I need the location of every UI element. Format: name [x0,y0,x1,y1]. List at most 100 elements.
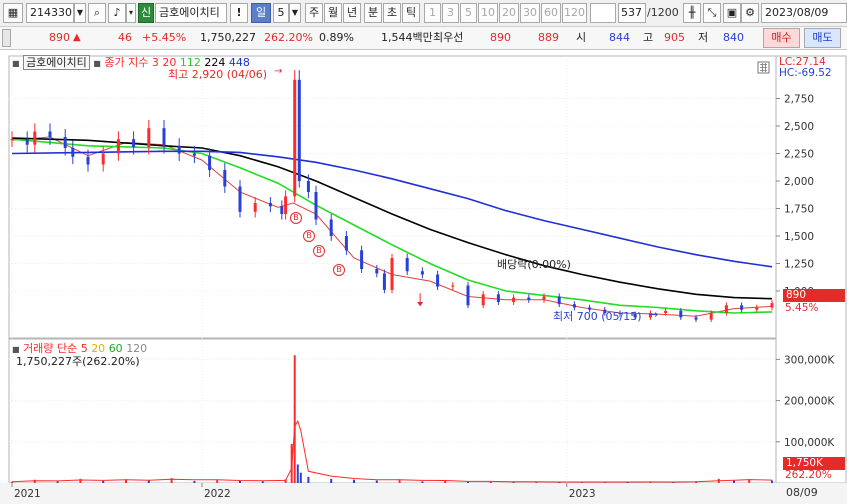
volume-bar [293,355,296,483]
candle-body [360,250,364,269]
dropdown-arrow-icon[interactable]: ▼ [74,3,86,23]
gear-icon[interactable]: ⚙ [741,3,759,23]
volume-bar [353,479,355,483]
minute-option-30[interactable]: 30 [520,3,540,23]
candle-body [382,273,386,290]
max-arrow-icon: → [274,66,283,77]
minute-option-20[interactable]: 20 [499,3,519,23]
buy-button[interactable]: 매수 [763,28,800,48]
minute-option-1[interactable]: 1 [424,3,441,23]
current-price: 890 [49,31,70,44]
bid-price: 889 [538,31,559,44]
candle-body [132,139,136,147]
period-minute-button[interactable]: 분 [364,3,382,23]
candle-body [238,186,242,212]
candle-body [293,79,297,197]
candle-body [420,271,424,275]
x-tick-label: 2023 [569,488,596,500]
trade-volume: 1,750,227 [200,31,256,44]
blank-select[interactable] [590,3,616,23]
buy-marker-4[interactable]: B [333,264,345,276]
chart-tool-icon[interactable]: ⤡ [703,3,721,23]
minute-option-5[interactable]: 5 [460,3,477,23]
candle-body [147,128,151,147]
candle-body [664,310,668,313]
volume-bar [170,478,173,483]
period-number-input[interactable]: 5 [273,3,289,23]
period-week-button[interactable]: 주 [305,3,323,23]
date-field[interactable]: 2023/08/09 [761,3,847,23]
candle-body [280,206,284,214]
period-tick-button[interactable]: 틱 [402,3,420,23]
speaker-icon[interactable]: ♪ [108,3,126,23]
alert-button[interactable]: ! [230,3,248,23]
legend-marker-icon: ■ [12,59,20,68]
candle-body [709,313,713,320]
candle-body [253,203,257,212]
price-pct-tag: 5.45% [785,302,819,314]
data-count-input[interactable]: 537 [618,3,646,23]
candle-toggle-icon[interactable]: ╫ [683,3,701,23]
period-second-button[interactable]: 초 [383,3,401,23]
chart-type-icon[interactable]: ▦ [3,3,23,23]
price-tick-label: 1,750 [784,204,814,216]
candle-body [740,305,744,310]
volume-bar [307,476,310,483]
indicator-label: 종가 지수 [104,56,149,69]
volume-bar [79,478,82,483]
buy-marker-1[interactable]: B [290,212,302,224]
legend-marker-icon: ■ [93,59,101,68]
volume-bar [147,480,150,483]
candle-body [375,269,379,274]
dividend-label: 배당락(0.00%) [497,258,571,271]
volume-bar [102,480,105,483]
save-icon[interactable]: ▣ [723,3,741,23]
minute-option-10[interactable]: 10 [478,3,498,23]
speaker-dropdown-icon[interactable]: ▾ [126,3,136,23]
period-day-button[interactable]: 일 [251,3,271,23]
period-dropdown-icon[interactable]: ▼ [289,3,301,23]
volume-bar [216,480,219,483]
volume-bar [299,472,302,483]
open-price: 844 [609,31,630,44]
grid-icon [760,63,767,72]
candle-body [527,297,531,300]
minute-option-120[interactable]: 120 [562,3,587,23]
stock-chart[interactable]: 2,7502,5002,2502,0001,7501,5001,2501,000… [0,50,847,504]
stock-code-input[interactable]: 214330 [26,3,74,23]
buy-marker-2[interactable]: B [303,230,315,242]
turnover-rate: 0.89% [319,31,354,44]
candle-body [496,294,500,302]
quote-bar: 890 ▲ 46 +5.45% 1,750,227 262.20% 0.89% … [0,27,847,50]
volume-bar [771,480,773,483]
volume-ratio: 262.20% [264,31,313,44]
stock-name-tag: 금호에이치티 [23,55,90,70]
quote-collapse-handle[interactable] [2,29,11,47]
candle-body [208,155,212,170]
sell-button[interactable]: 매도 [804,28,841,48]
candle-body [542,296,546,300]
min-arrow-icon: → [649,308,659,321]
period-year-button[interactable]: 년 [343,3,361,23]
volume-bar [261,481,264,483]
candle-body [572,304,576,308]
candle-body [306,181,310,192]
data-count-total: /1200 [647,6,679,19]
candle-body [694,317,698,320]
volume-tick-label: 100,000K [784,437,835,449]
price-tick-label: 2,250 [784,149,814,161]
candle-body [162,128,166,146]
minute-option-60[interactable]: 60 [541,3,561,23]
candle-body [192,153,196,156]
shin-badge: 신 [138,3,154,23]
candle-body [770,303,774,308]
candle-body [436,274,440,287]
low-price: 840 [723,31,744,44]
stock-name-field[interactable]: 금호에이치티 [155,3,227,23]
period-month-button[interactable]: 월 [324,3,342,23]
buy-marker-3[interactable]: B [313,245,325,257]
search-icon[interactable]: ⌕ [88,3,106,23]
minute-option-3[interactable]: 3 [442,3,459,23]
candle-body [405,258,409,272]
candle-body [314,192,318,220]
